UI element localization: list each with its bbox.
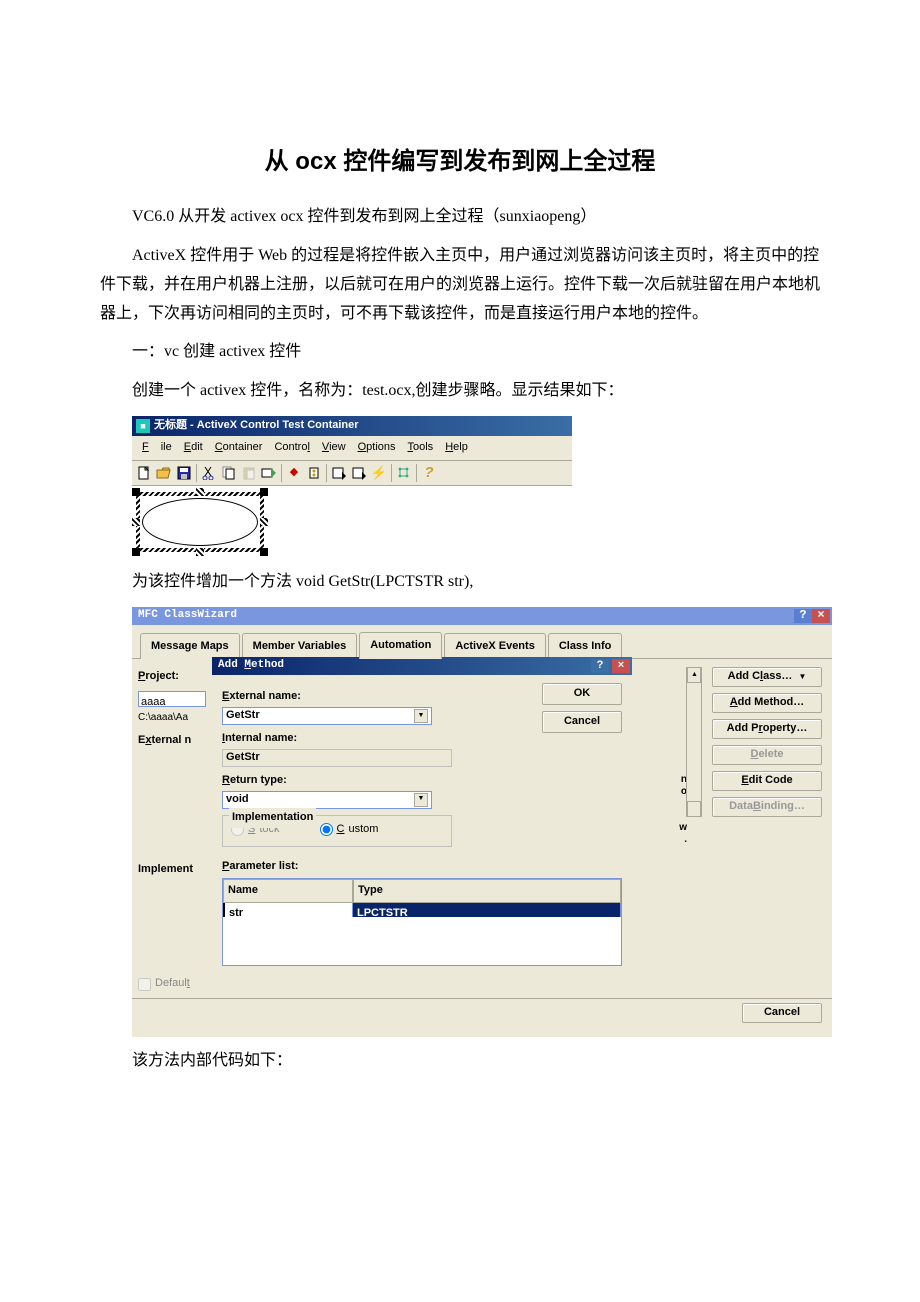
am-titlebar: Add Method ? × xyxy=(212,657,632,675)
tb-copy-icon[interactable] xyxy=(219,463,239,483)
add-class-button[interactable]: Add Class…▼ xyxy=(712,667,822,687)
menu-control[interactable]: Control xyxy=(268,438,315,458)
am-ok-button[interactable]: OK xyxy=(542,683,622,705)
tb-cut-icon[interactable] xyxy=(199,463,219,483)
menu-options[interactable]: Options xyxy=(352,438,402,458)
atc-titlebar: ■ 无标题 - ActiveX Control Test Container xyxy=(132,416,572,436)
internal-name-display: GetStr xyxy=(222,749,452,767)
para-5: 为该控件增加一个方法 void GetStr(LPCTSTR str), xyxy=(100,568,820,597)
add-property-button[interactable]: Add Property… xyxy=(712,719,822,739)
menu-edit[interactable]: Edit xyxy=(178,438,209,458)
cw-close-icon[interactable]: × xyxy=(812,609,830,623)
chevron-down-icon[interactable]: ▼ xyxy=(414,709,428,723)
col-type[interactable]: Type xyxy=(353,879,621,903)
radio-custom[interactable]: Custom xyxy=(320,820,379,840)
param-name-cell[interactable]: str xyxy=(223,903,353,917)
delete-button: Delete xyxy=(712,745,822,765)
add-method-button[interactable]: Add Method… xyxy=(712,693,822,713)
inserted-control[interactable] xyxy=(134,490,266,554)
col-name[interactable]: Name xyxy=(223,879,353,903)
tab-class-info[interactable]: Class Info xyxy=(548,633,623,660)
atc-title: 无标题 - ActiveX Control Test Container xyxy=(154,416,359,436)
data-binding-button: Data Binding… xyxy=(712,797,822,817)
atc-canvas[interactable] xyxy=(132,486,572,558)
tb-open-icon[interactable] xyxy=(154,463,174,483)
atc-menubar: File Edit Container Control View Options… xyxy=(132,436,572,461)
lbl-implementation: Implementation xyxy=(229,808,316,828)
return-type-select[interactable]: void ▼ xyxy=(222,791,432,809)
menu-tools[interactable]: Tools xyxy=(402,438,440,458)
activex-test-container-window: ■ 无标题 - ActiveX Control Test Container F… xyxy=(132,416,572,558)
project-path: C:\aaaa\Aa xyxy=(138,709,206,727)
table-row[interactable]: str LPCTSTR xyxy=(223,903,621,917)
cw-cancel-button[interactable]: Cancel xyxy=(742,1003,822,1023)
chevron-down-icon[interactable]: ▼ xyxy=(414,793,428,807)
para-3: 一：vc 创建 activex 控件 xyxy=(100,338,820,367)
cw-title: MFC ClassWizard xyxy=(138,606,237,626)
lbl-internal-name: Internal name: xyxy=(222,729,530,749)
tb-record-icon[interactable]: ◆ xyxy=(284,463,304,483)
tb-bolt-icon[interactable]: ⚡ xyxy=(369,463,389,483)
cw-side-buttons: Add Class…▼ Add Method… Add Property… De… xyxy=(702,659,832,970)
menu-help[interactable]: Help xyxy=(439,438,474,458)
tab-activex-events[interactable]: ActiveX Events xyxy=(444,633,545,660)
para-6: 该方法内部代码如下： xyxy=(100,1047,820,1076)
classwizard-window: MFC ClassWizard ? × Message Maps Member … xyxy=(132,607,832,1037)
atc-toolbar: ◆ ⚡ ? xyxy=(132,461,572,486)
implementation-group: Implementation Stock Custom xyxy=(222,815,452,847)
menu-file[interactable]: File xyxy=(136,438,178,458)
tb-paste-icon[interactable] xyxy=(239,463,259,483)
tb-macro2-icon[interactable] xyxy=(349,463,369,483)
tab-message-maps[interactable]: Message Maps xyxy=(140,633,240,660)
menu-container[interactable]: Container xyxy=(209,438,269,458)
edit-code-button[interactable]: Edit Code xyxy=(712,771,822,791)
para-4: 创建一个 activex 控件，名称为：test.ocx,创建步骤略。显示结果如… xyxy=(100,377,820,406)
tab-automation[interactable]: Automation xyxy=(359,632,442,660)
para-2: ActiveX 控件用于 Web 的过程是将控件嵌入主页中，用户通过浏览器访问该… xyxy=(100,242,820,328)
lbl-parameter-list: Parameter list: xyxy=(222,857,678,877)
am-close-icon[interactable]: × xyxy=(612,659,630,673)
lbl-external-name: External name: xyxy=(222,687,530,707)
cw-help-icon[interactable]: ? xyxy=(794,609,812,623)
tb-save-icon[interactable] xyxy=(174,463,194,483)
param-type-cell[interactable]: LPCTSTR xyxy=(353,903,621,917)
add-method-dialog: Add Method ? × External name: GetStr xyxy=(212,657,632,856)
external-names-label: External n xyxy=(138,731,206,751)
parameter-table[interactable]: Name Type str LPCTSTR xyxy=(222,878,622,966)
am-cancel-button[interactable]: Cancel xyxy=(542,711,622,733)
cw-titlebar: MFC ClassWizard ? × xyxy=(132,607,832,625)
implement-label: Implement xyxy=(132,860,212,970)
lbl-return-type: Return type: xyxy=(222,771,530,791)
doc-title: 从 ocx 控件编写到发布到网上全过程 xyxy=(100,140,820,183)
project-value[interactable]: aaaa xyxy=(138,691,206,707)
tb-grid-icon[interactable] xyxy=(394,463,414,483)
external-name-input[interactable]: GetStr ▼ xyxy=(222,707,432,725)
cw-tabs: Message Maps Member Variables Automation… xyxy=(132,625,832,660)
project-label: Project: xyxy=(138,667,206,687)
menu-view[interactable]: View xyxy=(316,438,352,458)
default-label: Default xyxy=(155,974,190,994)
para-1: VC6.0 从开发 activex ocx 控件到发布到网上全过程（sunxia… xyxy=(100,203,820,232)
tb-new-icon[interactable] xyxy=(134,463,154,483)
tb-help-icon[interactable]: ? xyxy=(419,463,439,483)
tb-properties-icon[interactable] xyxy=(304,463,324,483)
default-checkbox xyxy=(138,978,151,991)
am-title: Add Method xyxy=(218,656,284,676)
am-help-icon[interactable]: ? xyxy=(591,659,609,673)
control-ellipse-icon xyxy=(142,498,258,546)
app-icon: ■ xyxy=(136,419,150,433)
listbox-scrollbar[interactable]: ▲ ▼ xyxy=(686,667,702,817)
stray-text: . xyxy=(684,831,687,849)
tab-member-variables[interactable]: Member Variables xyxy=(242,633,358,660)
default-checkbox-row: Default xyxy=(132,970,832,998)
tb-insert-control-icon[interactable] xyxy=(259,463,279,483)
tb-macro1-icon[interactable] xyxy=(329,463,349,483)
